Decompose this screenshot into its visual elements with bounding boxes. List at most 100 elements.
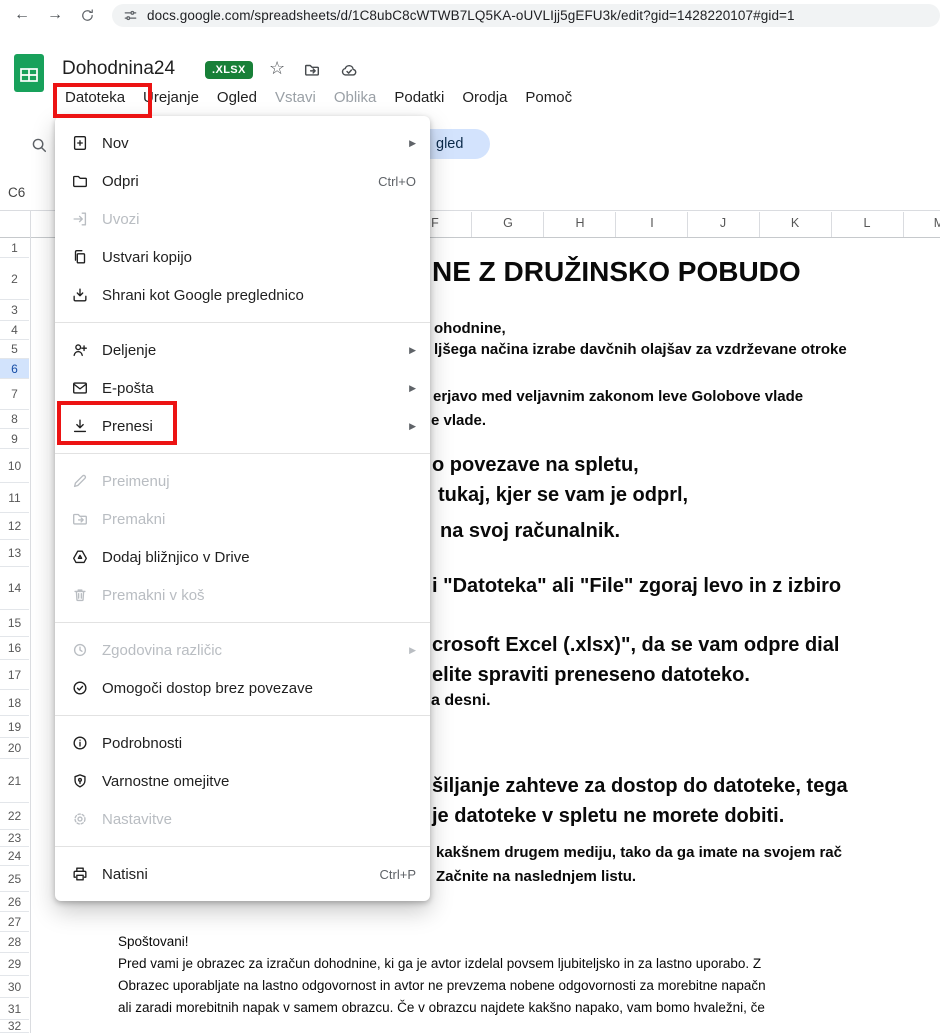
menu-item-label: E-pošta bbox=[102, 380, 397, 397]
cell-text: i "Datoteka" ali "File" zgoraj levo in z… bbox=[432, 575, 841, 598]
menu-divider bbox=[55, 453, 430, 454]
row-header-12[interactable]: 12 bbox=[0, 513, 29, 540]
cell-text: elite spraviti preneseno datoteko. bbox=[432, 664, 750, 687]
row-header-19[interactable]: 19 bbox=[0, 716, 29, 738]
row-header-30[interactable]: 30 bbox=[0, 976, 29, 998]
menu-item-premakni-v-kos[interactable]: Premakni v koš bbox=[55, 576, 430, 614]
row-header-21[interactable]: 21 bbox=[0, 759, 29, 803]
menu-item-label: Odpri bbox=[102, 173, 366, 190]
document-title[interactable]: Dohodnina24 bbox=[62, 58, 175, 80]
cell-text: a desni. bbox=[431, 692, 491, 710]
row-header-3[interactable]: 3 bbox=[0, 300, 29, 321]
row-header-9[interactable]: 9 bbox=[0, 429, 29, 449]
menu-item-nov[interactable]: Nov▶ bbox=[55, 124, 430, 162]
address-bar[interactable]: docs.google.com/spreadsheets/d/1C8ubC8cW… bbox=[112, 4, 940, 27]
menu-item-omogoci-dostop-brez-povezave[interactable]: Omogoči dostop brez povezave bbox=[55, 669, 430, 707]
menu-item-odpri[interactable]: OdpriCtrl+O bbox=[55, 162, 430, 200]
refresh-icon[interactable] bbox=[80, 8, 95, 23]
menu-item-nastavitve[interactable]: Nastavitve bbox=[55, 800, 430, 838]
row-header-23[interactable]: 23 bbox=[0, 830, 29, 847]
cell-text: Začnite na naslednjem listu. bbox=[436, 868, 636, 885]
row-header-25[interactable]: 25 bbox=[0, 866, 29, 892]
menu-item-zgodovina-razlicic[interactable]: Zgodovina različic▶ bbox=[55, 631, 430, 669]
import-icon bbox=[70, 209, 90, 229]
menu-divider bbox=[55, 715, 430, 716]
column-header-L[interactable]: L bbox=[864, 216, 871, 230]
cell-text: crosoft Excel (.xlsx)", da se vam odpre … bbox=[432, 634, 839, 657]
column-header-M[interactable]: M bbox=[934, 216, 940, 230]
move-folder-icon[interactable] bbox=[303, 61, 321, 79]
menu-orodja[interactable]: Orodja bbox=[453, 86, 516, 109]
xlsx-badge: .XLSX bbox=[205, 61, 253, 79]
row-header-20[interactable]: 20 bbox=[0, 738, 29, 759]
menu-podatki[interactable]: Podatki bbox=[385, 86, 453, 109]
row-header-1[interactable]: 1 bbox=[0, 238, 29, 258]
menu-item-natisni[interactable]: NatisniCtrl+P bbox=[55, 855, 430, 893]
column-header-G[interactable]: G bbox=[503, 216, 513, 230]
menu-item-label: Uvozi bbox=[102, 211, 416, 228]
submenu-arrow-icon: ▶ bbox=[409, 383, 416, 394]
cell-name-box[interactable]: C6 bbox=[8, 185, 25, 200]
row-header-8[interactable]: 8 bbox=[0, 410, 29, 429]
row-header-32[interactable]: 32 bbox=[0, 1020, 29, 1033]
share-person-icon bbox=[70, 340, 90, 360]
row-header-14[interactable]: 14 bbox=[0, 567, 29, 610]
row-header-26[interactable]: 26 bbox=[0, 892, 29, 912]
menu-item-ustvari-kopijo[interactable]: Ustvari kopijo bbox=[55, 238, 430, 276]
row-header-28[interactable]: 28 bbox=[0, 932, 29, 953]
row-header-17[interactable]: 17 bbox=[0, 660, 29, 690]
cell-text: Obrazec uporabljate na lastno odgovornos… bbox=[118, 978, 766, 993]
copy-icon bbox=[70, 247, 90, 267]
row-header-15[interactable]: 15 bbox=[0, 610, 29, 637]
row-header-29[interactable]: 29 bbox=[0, 953, 29, 976]
cell-text: Pred vami je obrazec za izračun dohodnin… bbox=[118, 956, 761, 971]
column-header-F[interactable]: F bbox=[431, 216, 439, 230]
column-separator bbox=[543, 212, 544, 237]
row-header-11[interactable]: 11 bbox=[0, 483, 29, 513]
menu-ogled[interactable]: Ogled bbox=[208, 86, 266, 109]
row-header-18[interactable]: 18 bbox=[0, 690, 29, 716]
cell-text: ljšega načina izrabe davčnih olajšav za … bbox=[434, 341, 847, 358]
row-header-13[interactable]: 13 bbox=[0, 540, 29, 567]
row-header-31[interactable]: 31 bbox=[0, 998, 29, 1020]
row-header-24[interactable]: 24 bbox=[0, 847, 29, 866]
site-settings-icon[interactable] bbox=[123, 8, 138, 23]
column-header-K[interactable]: K bbox=[791, 216, 799, 230]
row-header-4[interactable]: 4 bbox=[0, 321, 29, 340]
submenu-arrow-icon: ▶ bbox=[409, 138, 416, 149]
cloud-status-icon[interactable] bbox=[340, 61, 358, 79]
menu-pomoc[interactable]: Pomoč bbox=[516, 86, 581, 109]
menu-item-varnostne-omejitve[interactable]: Varnostne omejitve bbox=[55, 762, 430, 800]
cell-text: na svoj računalnik. bbox=[440, 520, 620, 543]
row-header-2[interactable]: 2 bbox=[0, 258, 29, 300]
menu-item-uvozi[interactable]: Uvozi bbox=[55, 200, 430, 238]
column-header-H[interactable]: H bbox=[575, 216, 584, 230]
forward-icon[interactable]: → bbox=[47, 7, 63, 23]
star-icon[interactable]: ☆ bbox=[269, 58, 285, 79]
menu-item-dodaj-bliznjico-v-drive[interactable]: Dodaj bližnjico v Drive bbox=[55, 538, 430, 576]
row-header-7[interactable]: 7 bbox=[0, 379, 29, 410]
cell-text: Spoštovani! bbox=[118, 934, 189, 949]
column-header-I[interactable]: I bbox=[650, 216, 653, 230]
menu-item-shrani-kot-google-preglednico[interactable]: Shrani kot Google preglednico bbox=[55, 276, 430, 314]
menu-item-premakni[interactable]: Premakni bbox=[55, 500, 430, 538]
menu-item-podrobnosti[interactable]: Podrobnosti bbox=[55, 724, 430, 762]
row-header-22[interactable]: 22 bbox=[0, 803, 29, 830]
row-header-27[interactable]: 27 bbox=[0, 912, 29, 932]
menu-item-label: Natisni bbox=[102, 866, 368, 883]
row-header-16[interactable]: 16 bbox=[0, 637, 29, 660]
search-icon[interactable] bbox=[30, 136, 48, 154]
submenu-arrow-icon: ▶ bbox=[409, 345, 416, 356]
menu-oblika[interactable]: Oblika bbox=[325, 86, 386, 109]
row-header-10[interactable]: 10 bbox=[0, 449, 29, 483]
google-sheets-logo-icon[interactable] bbox=[14, 54, 44, 97]
menu-item-preimenuj[interactable]: Preimenuj bbox=[55, 462, 430, 500]
row-header-5[interactable]: 5 bbox=[0, 340, 29, 359]
column-header-J[interactable]: J bbox=[720, 216, 726, 230]
row-header-6[interactable]: 6 bbox=[0, 359, 29, 379]
back-icon[interactable]: ← bbox=[14, 7, 30, 23]
column-separator bbox=[831, 212, 832, 237]
cell-text: erjavo med veljavnim zakonom leve Golobo… bbox=[433, 388, 803, 405]
menu-item-deljenje[interactable]: Deljenje▶ bbox=[55, 331, 430, 369]
menu-vstavi[interactable]: Vstavi bbox=[266, 86, 325, 109]
